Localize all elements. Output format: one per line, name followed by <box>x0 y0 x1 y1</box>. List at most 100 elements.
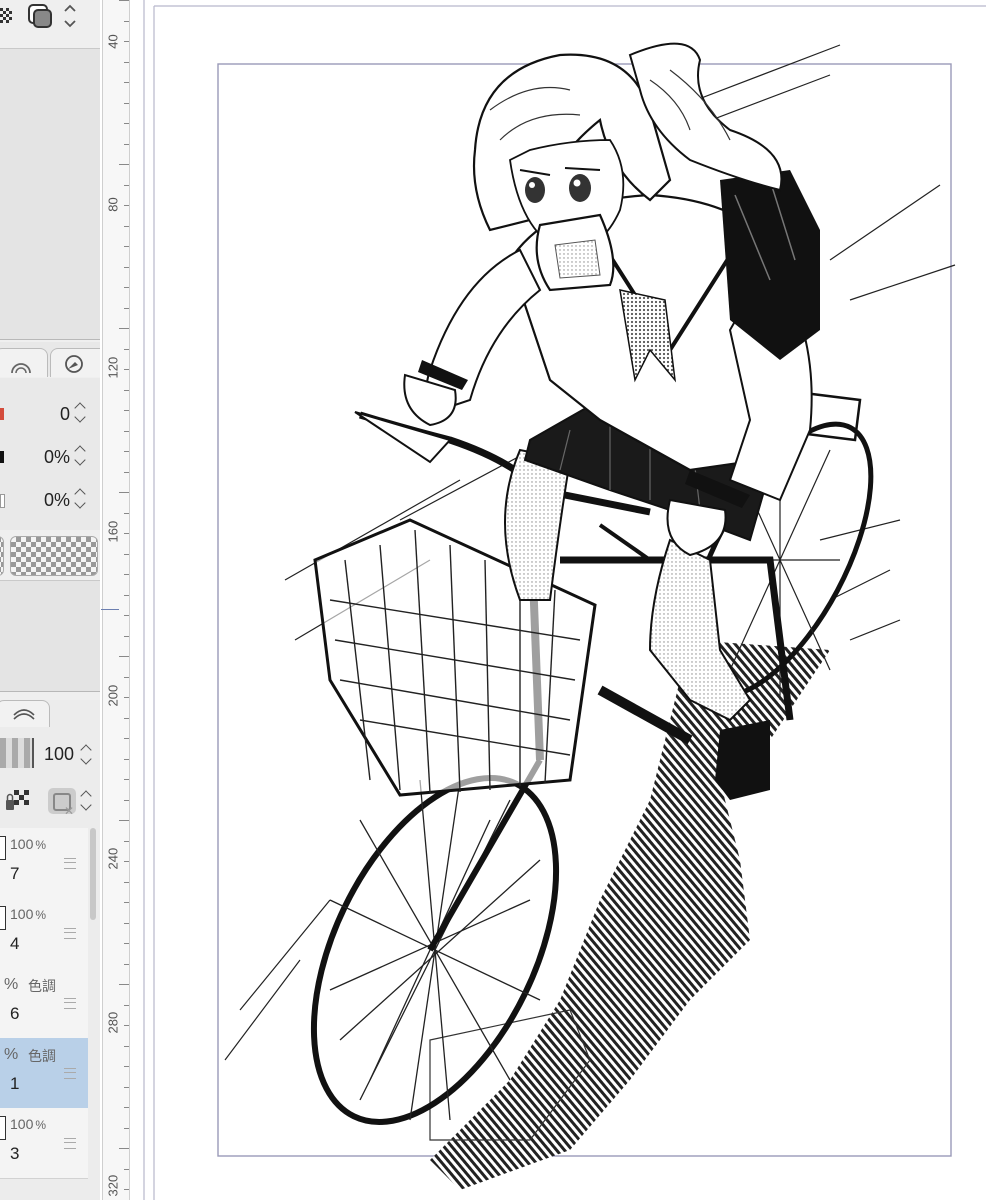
property-value-1[interactable]: 0 <box>60 404 70 425</box>
ruler-tick <box>124 369 129 370</box>
layer-copy-icon[interactable] <box>26 2 54 30</box>
layer-thumbnail <box>0 1116 6 1140</box>
ruler-tick <box>124 390 129 391</box>
vertical-ruler: 40 80 120 160 200 240 280 320 <box>101 0 130 1200</box>
ruler-cursor-marker <box>101 609 119 610</box>
property-value-3[interactable]: 0% <box>44 490 70 511</box>
lock-transparency-icon[interactable] <box>4 788 30 814</box>
scroll-up-down-icon[interactable] <box>62 2 78 32</box>
ruler-tick <box>124 1107 129 1108</box>
stepper-2[interactable] <box>74 441 88 471</box>
manga-illustration[interactable] <box>130 0 986 1200</box>
layer-name: 4 <box>10 934 20 953</box>
ruler-tick <box>124 533 129 534</box>
property-row-1: 0 <box>0 394 100 434</box>
layer-row-6[interactable]: % 色調 6 <box>0 968 88 1039</box>
layer-opacity-value[interactable]: 100 <box>44 744 74 765</box>
ruler-tick <box>124 82 129 83</box>
layer-scrollbar[interactable] <box>90 828 96 920</box>
ruler-tick <box>124 144 129 145</box>
layer-opacity: 100% <box>10 1116 47 1132</box>
layer-opacity-stepper[interactable] <box>80 740 94 770</box>
drag-handle-icon[interactable] <box>64 998 76 1009</box>
layer-opacity: 100% <box>10 906 47 922</box>
ruler-tick <box>124 513 129 514</box>
ruler-tick <box>119 492 129 493</box>
ruler-tick <box>124 1066 129 1067</box>
ruler-tick <box>124 451 129 452</box>
pattern-button-transparent[interactable] <box>10 536 98 576</box>
ruler-tick <box>124 677 129 678</box>
empty-panel-area <box>0 580 100 692</box>
drawing-canvas[interactable] <box>130 0 986 1200</box>
layer-list: 100% 7 100% 4 % 色調 6 % 色調 1 100 % 3 <box>0 828 100 1200</box>
ruler-tick <box>119 984 129 985</box>
layer-row-7[interactable]: 100% 7 <box>0 828 88 899</box>
layer-percent: % <box>4 976 19 993</box>
layer-name: 1 <box>10 1074 20 1093</box>
ruler-tick <box>124 1005 129 1006</box>
layer-thumbnail <box>0 836 6 860</box>
ruler-tick <box>119 164 129 165</box>
layer-mask-stepper[interactable] <box>80 786 94 816</box>
drag-handle-icon[interactable] <box>64 1068 76 1079</box>
ruler-label-320: 320 <box>105 1174 121 1197</box>
tab-layer-property[interactable] <box>0 700 50 727</box>
ruler-label-120: 120 <box>105 356 121 379</box>
ruler-label-80: 80 <box>105 197 121 212</box>
tab-pen-pressure[interactable] <box>50 348 100 377</box>
ruler-tick <box>124 123 129 124</box>
pattern-button-left[interactable] <box>0 536 4 576</box>
ruler-tick <box>124 1087 129 1088</box>
tool-property-panel: 0 0% 0% <box>0 378 100 530</box>
ruler-label-240: 240 <box>105 847 121 870</box>
ruler-label-280: 280 <box>105 1011 121 1034</box>
ruler-tick <box>124 287 129 288</box>
drag-handle-icon[interactable] <box>64 858 76 869</box>
ruler-tick <box>124 636 129 637</box>
property-value-2[interactable]: 0% <box>44 447 70 468</box>
ruler-tick <box>124 185 129 186</box>
ruler-tick <box>124 267 129 268</box>
layer-row-3[interactable]: 100% 3 <box>0 1108 88 1179</box>
ruler-tick <box>124 800 129 801</box>
ruler-tick <box>124 349 129 350</box>
ruler-tick <box>119 656 129 657</box>
layer-name: 3 <box>10 1144 20 1163</box>
layer-blend-mode: 色調 <box>28 1048 56 1064</box>
property-row-2: 0% <box>0 437 100 477</box>
tab-wheel[interactable] <box>0 348 48 377</box>
layer-opacity: 100% <box>10 836 47 852</box>
ruler-tick <box>124 595 129 596</box>
mask-icon[interactable]: ✕ <box>48 788 76 818</box>
layer-row-1[interactable]: % 色調 1 <box>0 1038 88 1109</box>
black-marker-icon <box>0 451 4 463</box>
ruler-tick <box>124 964 129 965</box>
ruler-tick <box>124 308 129 309</box>
layer-toolbar-top <box>0 0 100 49</box>
ruler-tick <box>124 718 129 719</box>
drag-handle-icon[interactable] <box>64 928 76 939</box>
ruler-tick <box>124 246 129 247</box>
layer-property-icon <box>13 709 35 720</box>
opacity-slider[interactable] <box>0 738 34 768</box>
ruler-tick <box>124 472 129 473</box>
ruler-tick <box>124 759 129 760</box>
layer-row-4[interactable]: 100% 4 <box>0 898 88 969</box>
stepper-1[interactable] <box>74 398 88 428</box>
property-row-3: 0% <box>0 480 100 520</box>
layer-lock-marker <box>0 864 4 886</box>
ruler-tick <box>124 205 129 206</box>
layer-name: 7 <box>10 864 20 883</box>
drag-handle-icon[interactable] <box>64 1138 76 1149</box>
ruler-tick <box>124 1169 129 1170</box>
ruler-tick <box>124 1189 129 1190</box>
ruler-tick <box>119 820 129 821</box>
ruler-label-200: 200 <box>105 684 121 707</box>
pattern-grid-icon[interactable] <box>0 6 16 28</box>
ruler-tick <box>124 943 129 944</box>
layer-panel: 100 ✕ 100% 7 100% 4 % 色調 6 % 色調 1 100 % … <box>0 700 100 1200</box>
ruler-tick <box>124 41 129 42</box>
stepper-3[interactable] <box>74 484 88 514</box>
layer-lock-marker <box>0 934 4 956</box>
